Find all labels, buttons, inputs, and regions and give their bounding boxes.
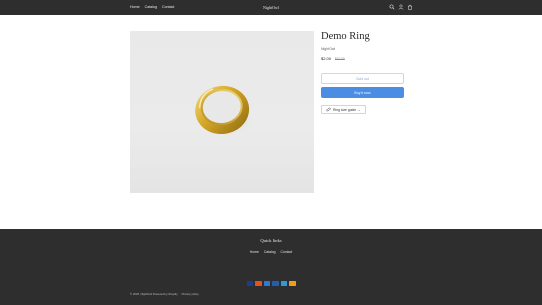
gold-ring-image — [195, 85, 256, 135]
cart-icon[interactable] — [407, 4, 413, 10]
size-guide-label: Ring size guide → — [333, 107, 361, 112]
product-info: Demo Ring NightOwl $2.00 $10.00 Sold out… — [321, 31, 405, 114]
site-header: Home Catalog Contact NightOwl — [0, 0, 542, 15]
discover-icon — [289, 281, 296, 286]
footer-link-catalog[interactable]: Catalog — [264, 250, 276, 254]
site-footer: Quick links Home Catalog Contact © 2025,… — [0, 229, 542, 305]
buy-now-button[interactable]: Buy it now — [321, 87, 404, 98]
copyright-row: © 2025, NightOwl Powered by Shopify Priv… — [130, 292, 199, 296]
footer-links: Home Catalog Contact — [0, 250, 542, 254]
sold-out-button[interactable]: Sold out — [321, 73, 404, 84]
compare-price: $10.00 — [335, 56, 345, 61]
amex-icon — [263, 281, 270, 286]
footer-heading: Quick links — [260, 238, 282, 243]
copyright-text: © 2025, NightOwl Powered by Shopify — [130, 292, 178, 296]
store-logo[interactable]: NightOwl — [0, 5, 542, 10]
visa-icon — [246, 281, 253, 286]
account-icon[interactable] — [398, 4, 404, 10]
applepay-icon — [280, 281, 287, 286]
price-row: $2.00 $10.00 — [321, 56, 405, 61]
product-vendor: NightOwl — [321, 46, 336, 51]
privacy-policy-link[interactable]: Privacy policy — [182, 292, 199, 296]
product-image[interactable] — [130, 31, 314, 193]
mastercard-icon — [255, 281, 262, 286]
size-guide-button[interactable]: Ring size guide → — [321, 105, 366, 114]
search-icon[interactable] — [389, 4, 395, 10]
header-icons — [389, 4, 413, 10]
sale-price: $2.00 — [321, 55, 332, 61]
paypal-icon — [272, 281, 279, 286]
footer-link-contact[interactable]: Contact — [281, 250, 293, 254]
ruler-icon — [326, 107, 331, 112]
footer-link-home[interactable]: Home — [250, 250, 259, 254]
payment-icons — [0, 281, 542, 286]
product-title: Demo Ring — [321, 31, 370, 42]
